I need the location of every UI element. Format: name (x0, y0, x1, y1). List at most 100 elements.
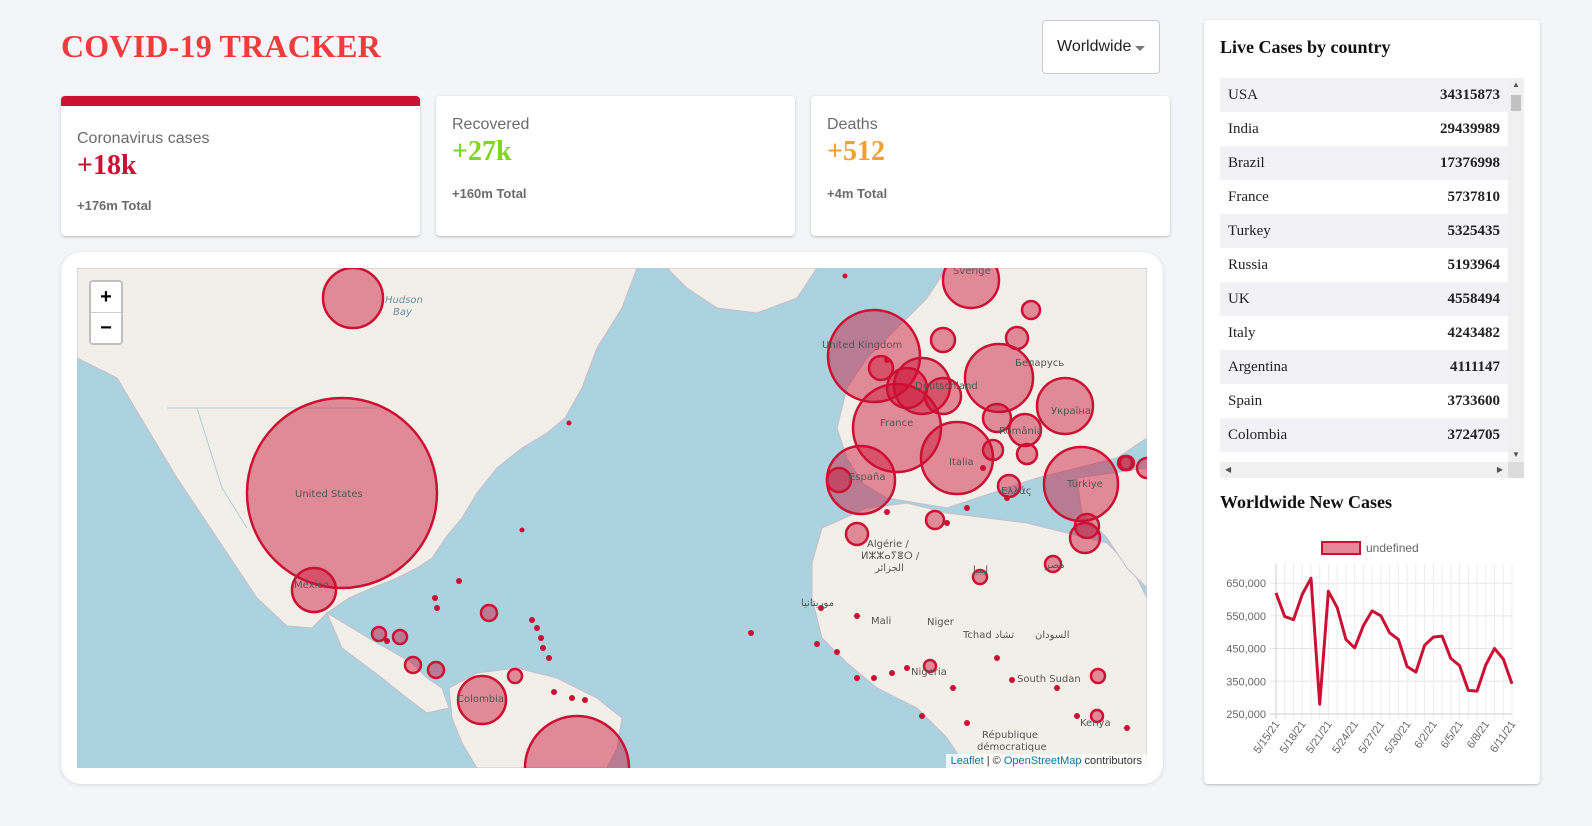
x-tick-label: 6/11/21 (1488, 719, 1518, 755)
map-dot (1124, 725, 1130, 731)
map-circle-portugal (825, 466, 853, 494)
scroll-down-icon[interactable]: ▼ (1512, 450, 1520, 460)
table-cases: 29439989 (1440, 120, 1500, 137)
table-country: Argentina (1228, 358, 1288, 375)
scroll-up-icon[interactable]: ▲ (1512, 80, 1520, 90)
cases-card-total: +176m Total (77, 198, 152, 213)
scroll-right-icon[interactable]: ▶ (1497, 465, 1503, 475)
map-dot (964, 720, 970, 726)
scroll-left-icon[interactable]: ◀ (1225, 465, 1231, 475)
map-circle-canada (321, 268, 385, 330)
table-country: Spain (1228, 392, 1263, 409)
recovered-card-total: +160m Total (452, 186, 527, 201)
x-tick-label: 5/24/21 (1330, 719, 1361, 756)
map-dot (814, 641, 820, 647)
map-dot (944, 520, 950, 526)
map-circle-bulgaria (1015, 442, 1039, 466)
live-cases-title: Live Cases by country (1220, 37, 1391, 57)
map-dot (566, 420, 572, 426)
map-dot (854, 675, 860, 681)
attribution-separator: | © (983, 755, 1004, 767)
table-row: Turkey 5325435 (1220, 214, 1508, 248)
map-label-soudan: السودان (1035, 630, 1070, 641)
vertical-scrollbar[interactable]: ▲ ▼ (1508, 78, 1524, 462)
leaflet-link[interactable]: Leaflet (951, 755, 984, 767)
table-cases: 34315873 (1440, 86, 1500, 103)
x-tick-label: 5/21/21 (1304, 719, 1335, 756)
map-layer[interactable]: Hudson Bay United States México Colombia… (77, 268, 1147, 768)
deaths-card[interactable]: Deaths +512 +4m Total (811, 96, 1170, 236)
country-select[interactable]: Worldwide (1042, 20, 1160, 74)
deaths-card-label: Deaths (827, 116, 878, 133)
map-label-turkiye: Türkiye (1066, 479, 1103, 490)
map-label-united-kingdom: United Kingdom (822, 340, 902, 351)
map-circle-baltics (1004, 325, 1030, 351)
map-label-france: France (880, 418, 913, 429)
map-dot (534, 625, 540, 631)
map-dot (842, 273, 848, 279)
map-circle-cuba (479, 603, 499, 623)
landmass-greenland (666, 268, 818, 314)
recovered-card[interactable]: Recovered +27k +160m Total (436, 96, 795, 236)
side-panel: Live Cases by country USA 34315873 India 29… (1204, 20, 1540, 784)
map-dot (950, 685, 956, 691)
map-label-mali: Mali (871, 616, 891, 627)
zoom-out-button[interactable]: − (91, 312, 121, 343)
country-select-value: Worldwide (1057, 38, 1132, 55)
table-cases: 4558494 (1447, 290, 1501, 307)
table-country: France (1228, 188, 1269, 205)
world-map[interactable]: Hudson Bay United States México Colombia… (77, 268, 1147, 768)
map-dot (884, 357, 890, 363)
map-circle-morocco (844, 521, 870, 547)
map-dot (432, 595, 438, 601)
map-panel: Hudson Bay United States México Colombia… (61, 252, 1163, 784)
map-dot (551, 689, 557, 695)
deaths-card-value: +512 (827, 136, 885, 167)
map-label-bay: Bay (393, 307, 413, 318)
map-dot (994, 655, 1000, 661)
x-tick-label: 5/18/21 (1278, 719, 1309, 756)
map-label-ukraine: Україна (1051, 406, 1091, 417)
map-dot (456, 578, 462, 584)
y-tick-label: 350,000 (1226, 676, 1266, 688)
map-dot (384, 638, 390, 644)
table-country: Turkey (1228, 222, 1271, 239)
map-circle-east-edge (1135, 456, 1147, 480)
map-circle-panama (403, 655, 423, 675)
map-label-belarus: Беларусь (1015, 358, 1064, 369)
zoom-in-button[interactable]: + (91, 282, 121, 312)
map-label-libya: ليبيا (973, 565, 988, 576)
app-title: COVID-19 TRACKER (61, 28, 381, 64)
map-circle-costa-rica (426, 660, 446, 680)
vertical-scroll-thumb[interactable] (1511, 95, 1521, 111)
table-row: Italy 4243482 (1220, 316, 1508, 350)
table-country: Italy (1228, 324, 1256, 341)
table-row: India 29439989 (1220, 112, 1508, 146)
map-label-democratique: démocratique (977, 741, 1047, 753)
table-country: Russia (1228, 256, 1269, 273)
scroll-corner (1508, 462, 1524, 478)
table-cases: 4111147 (1449, 358, 1500, 375)
map-circle-poland (963, 342, 1035, 414)
map-label-sverige: Sverige (953, 268, 991, 277)
map-circle-tunisia (924, 509, 946, 531)
map-label-espana: España (849, 472, 885, 483)
zoom-control: + − (89, 280, 123, 345)
map-dot (1009, 677, 1015, 683)
table-cases: 5325435 (1447, 222, 1501, 239)
table-row: USA 34315873 (1220, 78, 1508, 112)
legend-label: undefined (1366, 541, 1419, 555)
map-dot (871, 675, 877, 681)
live-cases-table[interactable]: USA 34315873 India 29439989 Brazil 17376998 Fr… (1220, 78, 1524, 478)
x-tick-label: 6/5/21 (1439, 719, 1466, 751)
map-dot (519, 527, 525, 533)
cases-card[interactable]: Coronavirus cases +18k +176m Total (61, 96, 420, 236)
x-tick-label: 6/2/21 (1412, 719, 1439, 751)
map-dot (904, 665, 910, 671)
horizontal-scrollbar[interactable]: ◀ ▶ (1220, 462, 1508, 478)
map-label-niger: Niger (927, 617, 955, 628)
map-dot (884, 509, 890, 515)
new-cases-chart[interactable]: undefined 250,000 350,000 450,000 550,000 650… (1204, 524, 1540, 784)
table-cases: 3733600 (1447, 392, 1501, 409)
openstreetmap-link[interactable]: OpenStreetMap (1004, 755, 1082, 767)
